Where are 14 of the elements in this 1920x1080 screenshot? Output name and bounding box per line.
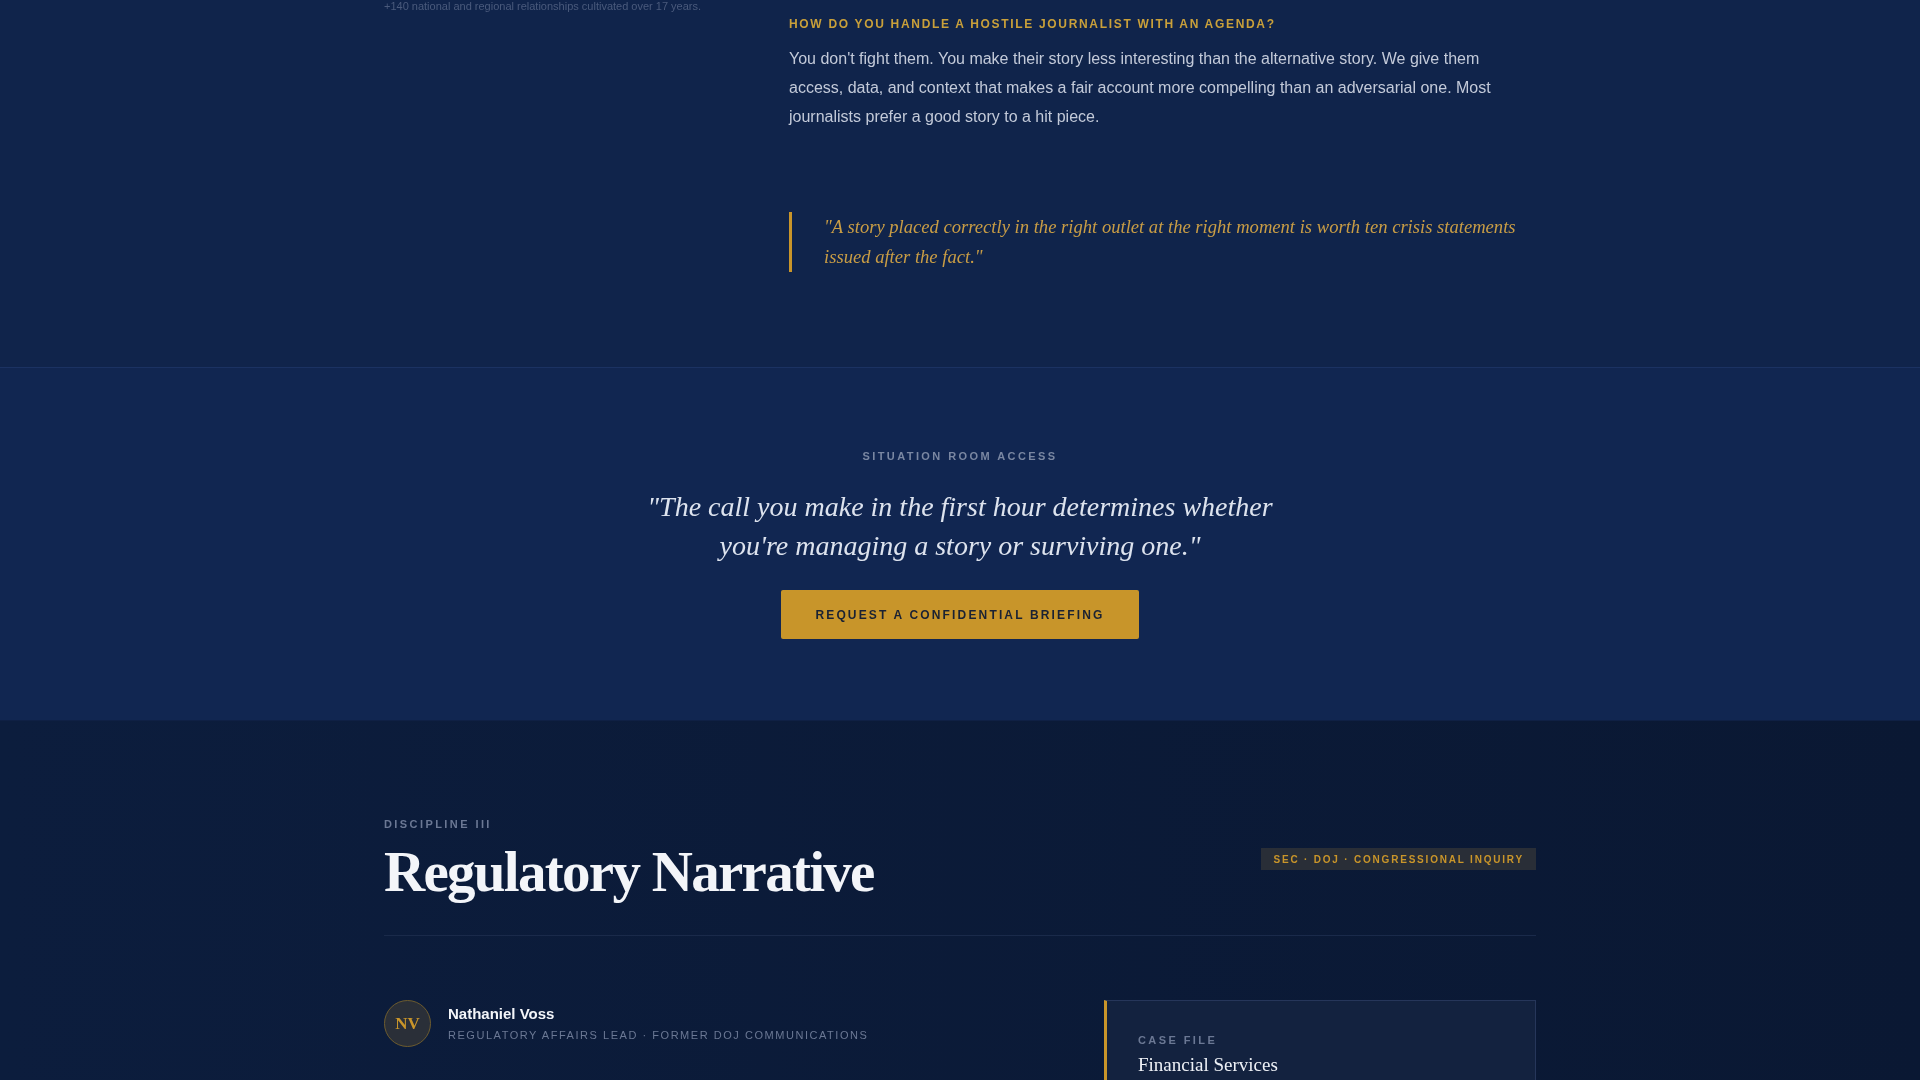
lead-role: REGULATORY AFFAIRS LEAD · FORMER DOJ COMMUNICATIONS <box>448 1028 869 1042</box>
briefing-button[interactable]: REQUEST A CONFIDENTIAL BRIEFING <box>781 590 1139 639</box>
faq-answer: You don't fight them. You make their story less interesting than the alternative story. We give them access, data, and context that makes a fair account more compelling than an adversarial one. Most journalists prefer a good story to a hit piece. <box>789 49 1492 127</box>
section-title: Regulatory Narrative <box>384 842 874 902</box>
discipline-eyebrow: DISCIPLINE III <box>384 817 493 831</box>
jurisdiction-tag: SEC · DOJ · CONGRESSIONAL INQUIRY <box>1261 848 1536 870</box>
pull-quote: "A story placed correctly in the right outlet at the right moment is worth ten crisis statements issued after the fact." <box>789 212 1536 272</box>
faq-question: HOW DO YOU HANDLE A HOSTILE JOURNALIST WITH AN AGENDA? <box>789 17 1277 31</box>
lead-avatar: NV <box>384 1000 431 1047</box>
lead-name: Nathaniel Voss <box>448 1005 556 1023</box>
case-file-title: Financial Services <box>1138 1053 1279 1077</box>
case-file-label: CASE FILE <box>1138 1033 1219 1047</box>
cta-quote: "The call you make in the first hour determines whether you're managing a story or surviving one." <box>646 490 1274 563</box>
section-eyebrow: SITUATION ROOM ACCESS <box>862 449 1058 463</box>
